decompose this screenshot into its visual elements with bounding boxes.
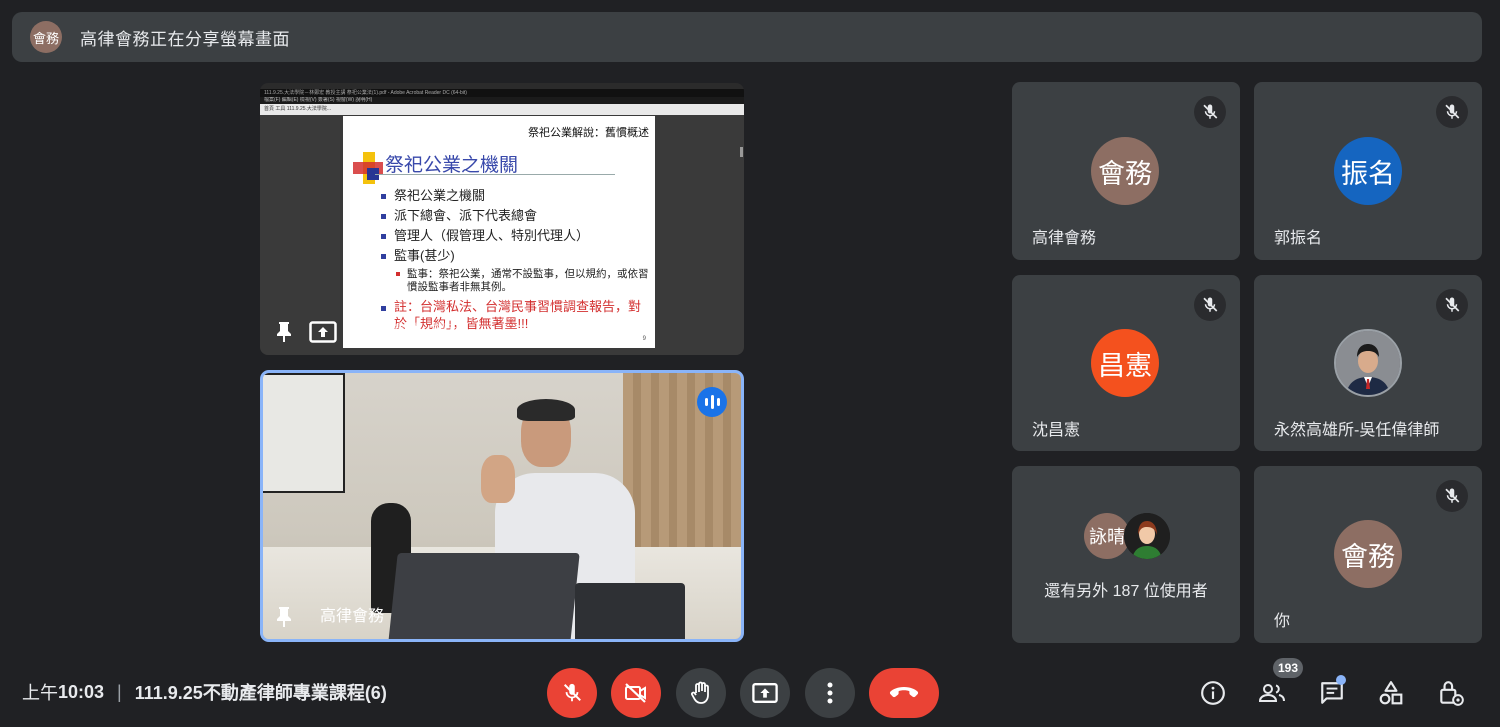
participant-tile[interactable]: 振名 郭振名 xyxy=(1254,82,1482,260)
participant-name: 沈昌憲 xyxy=(1032,422,1081,439)
shared-window-title: 111.9.25.大法學院－林鄭宏 教授主講 祭祀公業法(1).pdf - Ad… xyxy=(260,89,744,97)
slide-header: 祭祀公業解說：舊慣概述 xyxy=(528,127,649,139)
participant-name: 永然高雄所-吳任偉律師 xyxy=(1274,422,1440,439)
camera-tile-name: 高律會務 xyxy=(320,608,385,625)
screen-share-tile[interactable]: 111.9.25.大法學院－林鄭宏 教授主講 祭祀公業法(1).pdf - Ad… xyxy=(260,83,744,355)
slide: 祭祀公業解說：舊慣概述 祭祀公業之機關 祭祀公業之機關 派下總會、派下代表總會 … xyxy=(343,116,655,348)
pin-icon[interactable] xyxy=(276,606,292,628)
leave-call-button[interactable] xyxy=(869,668,939,718)
raise-hand-button[interactable] xyxy=(676,668,726,718)
activities-button[interactable] xyxy=(1376,678,1406,708)
speaking-indicator-icon xyxy=(697,387,727,417)
self-tile[interactable]: 會務 你 xyxy=(1254,466,1482,643)
video-laptop xyxy=(388,553,580,639)
presenting-banner: 會務 高律會務正在分享螢幕畫面 xyxy=(12,12,1482,62)
participant-name: 郭振名 xyxy=(1274,230,1323,247)
camera-toggle-button[interactable] xyxy=(611,668,661,718)
meeting-info: 上午 10:03 | 111.9.25不動產律師專業課程(6) xyxy=(22,680,387,704)
activities-icon xyxy=(1379,681,1403,705)
shared-window-menubar: 檔案(F) 編輯(E) 檢視(V) 簽署(S) 視窗(W) 說明(H) xyxy=(260,97,744,104)
slide-bullet: 管理人（假管理人、特別代理人） xyxy=(381,226,651,246)
present-icon xyxy=(752,683,778,703)
slide-bullet: 派下總會、派下代表總會 xyxy=(381,206,651,226)
active-speaker-tile[interactable]: 高律會務 xyxy=(260,370,744,642)
info-icon xyxy=(1201,681,1225,705)
video-speaker-hand xyxy=(481,455,515,503)
present-now-button[interactable] xyxy=(740,668,790,718)
video-laptop xyxy=(575,583,685,639)
participant-photo-avatar xyxy=(1124,513,1170,559)
hang-up-icon xyxy=(889,687,919,698)
mic-off-icon xyxy=(1194,289,1226,321)
mic-toggle-button[interactable] xyxy=(547,668,597,718)
people-count-badge: 193 xyxy=(1273,658,1303,678)
mic-off-icon xyxy=(1436,480,1468,512)
time-prefix: 上午 xyxy=(22,683,58,703)
people-button[interactable] xyxy=(1257,678,1287,708)
slide-bullet: 監事(甚少) xyxy=(381,246,651,266)
mic-off-icon xyxy=(1436,96,1468,128)
present-icon xyxy=(309,321,337,343)
participant-photo-avatar xyxy=(1334,329,1402,397)
meeting-details-button[interactable] xyxy=(1198,678,1228,708)
more-options-button[interactable] xyxy=(805,668,855,718)
meeting-name: 111.9.25不動產律師專業課程(6) xyxy=(134,683,387,703)
chat-notification-dot xyxy=(1336,675,1346,685)
slide-bullets: 祭祀公業之機關 派下總會、派下代表總會 管理人（假管理人、特別代理人） 監事(甚… xyxy=(381,186,651,332)
pin-icon[interactable] xyxy=(276,321,292,343)
mic-off-icon xyxy=(1194,96,1226,128)
host-controls-button[interactable] xyxy=(1436,678,1466,708)
video-speaker-hair xyxy=(517,399,575,421)
more-participants-count: 還有另外 187 位使用者 xyxy=(1044,583,1208,600)
share-tile-name: 高律會務 (簡報) xyxy=(358,323,470,340)
document-scrollbar xyxy=(740,147,743,157)
slide-sub-bullet: 監事：祭祀公業，通常不設監事，但以規約，或依習慣設監事者非無其例。 xyxy=(381,268,651,294)
participant-avatar: 振名 xyxy=(1334,137,1402,205)
video-projector-screen xyxy=(263,373,345,493)
participant-tile[interactable]: 昌憲 沈昌憲 xyxy=(1012,275,1240,451)
mic-off-icon xyxy=(1436,289,1468,321)
shared-window-toolbar: 首頁 工具 111.9.25.大法學院... xyxy=(260,104,744,115)
slide-bullet: 祭祀公業之機關 xyxy=(381,186,651,206)
people-icon xyxy=(1258,684,1285,702)
participant-name: 高律會務 xyxy=(1032,230,1097,247)
participant-tile[interactable]: 會務 高律會務 xyxy=(1012,82,1240,260)
host-controls-icon xyxy=(1440,681,1464,706)
more-options-icon xyxy=(827,682,833,704)
mic-off-icon xyxy=(563,683,581,702)
presenter-avatar: 會務 xyxy=(30,21,62,53)
more-participants-avatars: 詠晴 xyxy=(1084,513,1174,559)
presenting-text: 高律會務正在分享螢幕畫面 xyxy=(80,29,290,49)
participant-name: 你 xyxy=(1274,613,1291,630)
participant-avatar: 昌憲 xyxy=(1091,329,1159,397)
participant-avatar: 會務 xyxy=(1334,520,1402,588)
participant-tile[interactable]: 永然高雄所-吳任偉律師 xyxy=(1254,275,1482,451)
camera-off-icon xyxy=(625,683,646,703)
slide-title: 祭祀公業之機關 xyxy=(385,155,519,176)
raise-hand-icon xyxy=(691,681,709,704)
more-participants-tile[interactable]: 詠晴 還有另外 187 位使用者 xyxy=(1012,466,1240,643)
meeting-time: 10:03 xyxy=(58,681,105,702)
separator: | xyxy=(117,681,122,702)
slide-page-number: 9 xyxy=(642,336,646,342)
participant-avatar: 會務 xyxy=(1091,137,1159,205)
